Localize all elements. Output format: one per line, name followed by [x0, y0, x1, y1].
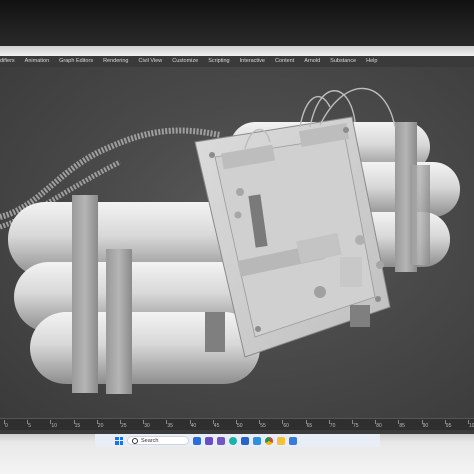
- menu-item-content[interactable]: Content: [270, 56, 299, 67]
- windows-taskbar: Search: [0, 434, 474, 474]
- taskbar-strip: Search: [95, 434, 380, 447]
- timeline-tick-label: 55: [260, 423, 266, 429]
- timeline-tick-label: 15: [74, 423, 81, 429]
- timeline-tick-label: 40: [190, 423, 197, 429]
- taskbar-search-box[interactable]: Search: [127, 436, 189, 445]
- timeline-tick-label: 0: [5, 423, 8, 429]
- search-icon: [132, 437, 138, 444]
- chrome-icon[interactable]: [265, 436, 273, 445]
- menu-item-difiers[interactable]: difiers: [0, 56, 20, 67]
- menu-item-arnold[interactable]: Arnold: [299, 56, 325, 67]
- timeline-tick-label: 65: [306, 423, 313, 429]
- menu-item-substance[interactable]: Substance: [325, 56, 361, 67]
- timeline-tick-label: 35: [167, 423, 173, 429]
- blurred-window-top: [0, 0, 474, 50]
- timeline-tick-label: 80: [376, 423, 382, 429]
- windows-start-icon[interactable]: [115, 436, 123, 445]
- menu-item-animation[interactable]: Animation: [20, 56, 54, 67]
- app-icon[interactable]: [289, 436, 297, 445]
- timeline-tick-label: 10: [51, 423, 57, 429]
- bomb-model-render: [0, 87, 460, 394]
- timeline-tick-label: 5: [28, 423, 31, 429]
- menu-item-rendering[interactable]: Rendering: [98, 56, 133, 67]
- timeline-tick-label: 45: [213, 423, 220, 429]
- timeline-tick-label: 100: [469, 423, 474, 429]
- timeline-tick-label: 20: [97, 423, 104, 429]
- menu-item-scripting[interactable]: Scripting: [203, 56, 234, 67]
- timeline-tick-label: 75: [353, 423, 359, 429]
- timeline-tick-label: 70: [329, 423, 336, 429]
- window-divider: [0, 46, 474, 56]
- chat-icon[interactable]: [217, 436, 225, 445]
- timeline-tick-label: 95: [445, 423, 452, 429]
- timeline-tick-label: 60: [283, 423, 289, 429]
- store-icon[interactable]: [241, 436, 249, 445]
- video-icon[interactable]: [205, 436, 213, 445]
- explorer-icon[interactable]: [277, 436, 285, 445]
- search-label: Search: [141, 437, 159, 444]
- timeline-tick-label: 90: [422, 423, 429, 429]
- photos-icon[interactable]: [253, 436, 261, 445]
- tasks-icon[interactable]: [193, 436, 201, 445]
- timeline-tick-label: 50: [237, 423, 243, 429]
- menu-item-civil-view[interactable]: Civil View: [133, 56, 167, 67]
- 3d-viewport[interactable]: [0, 67, 474, 418]
- menu-item-customize[interactable]: Customize: [167, 56, 203, 67]
- timeline-tick-label: 30: [144, 423, 150, 429]
- menu-item-interactive[interactable]: Interactive: [235, 56, 270, 67]
- timeline-tick-label: 85: [399, 423, 405, 429]
- edge-icon[interactable]: [229, 436, 237, 445]
- timeline-tick-label: 25: [121, 423, 127, 429]
- menu-item-graph-editors[interactable]: Graph Editors: [54, 56, 98, 67]
- menu-item-help[interactable]: Help: [361, 56, 382, 67]
